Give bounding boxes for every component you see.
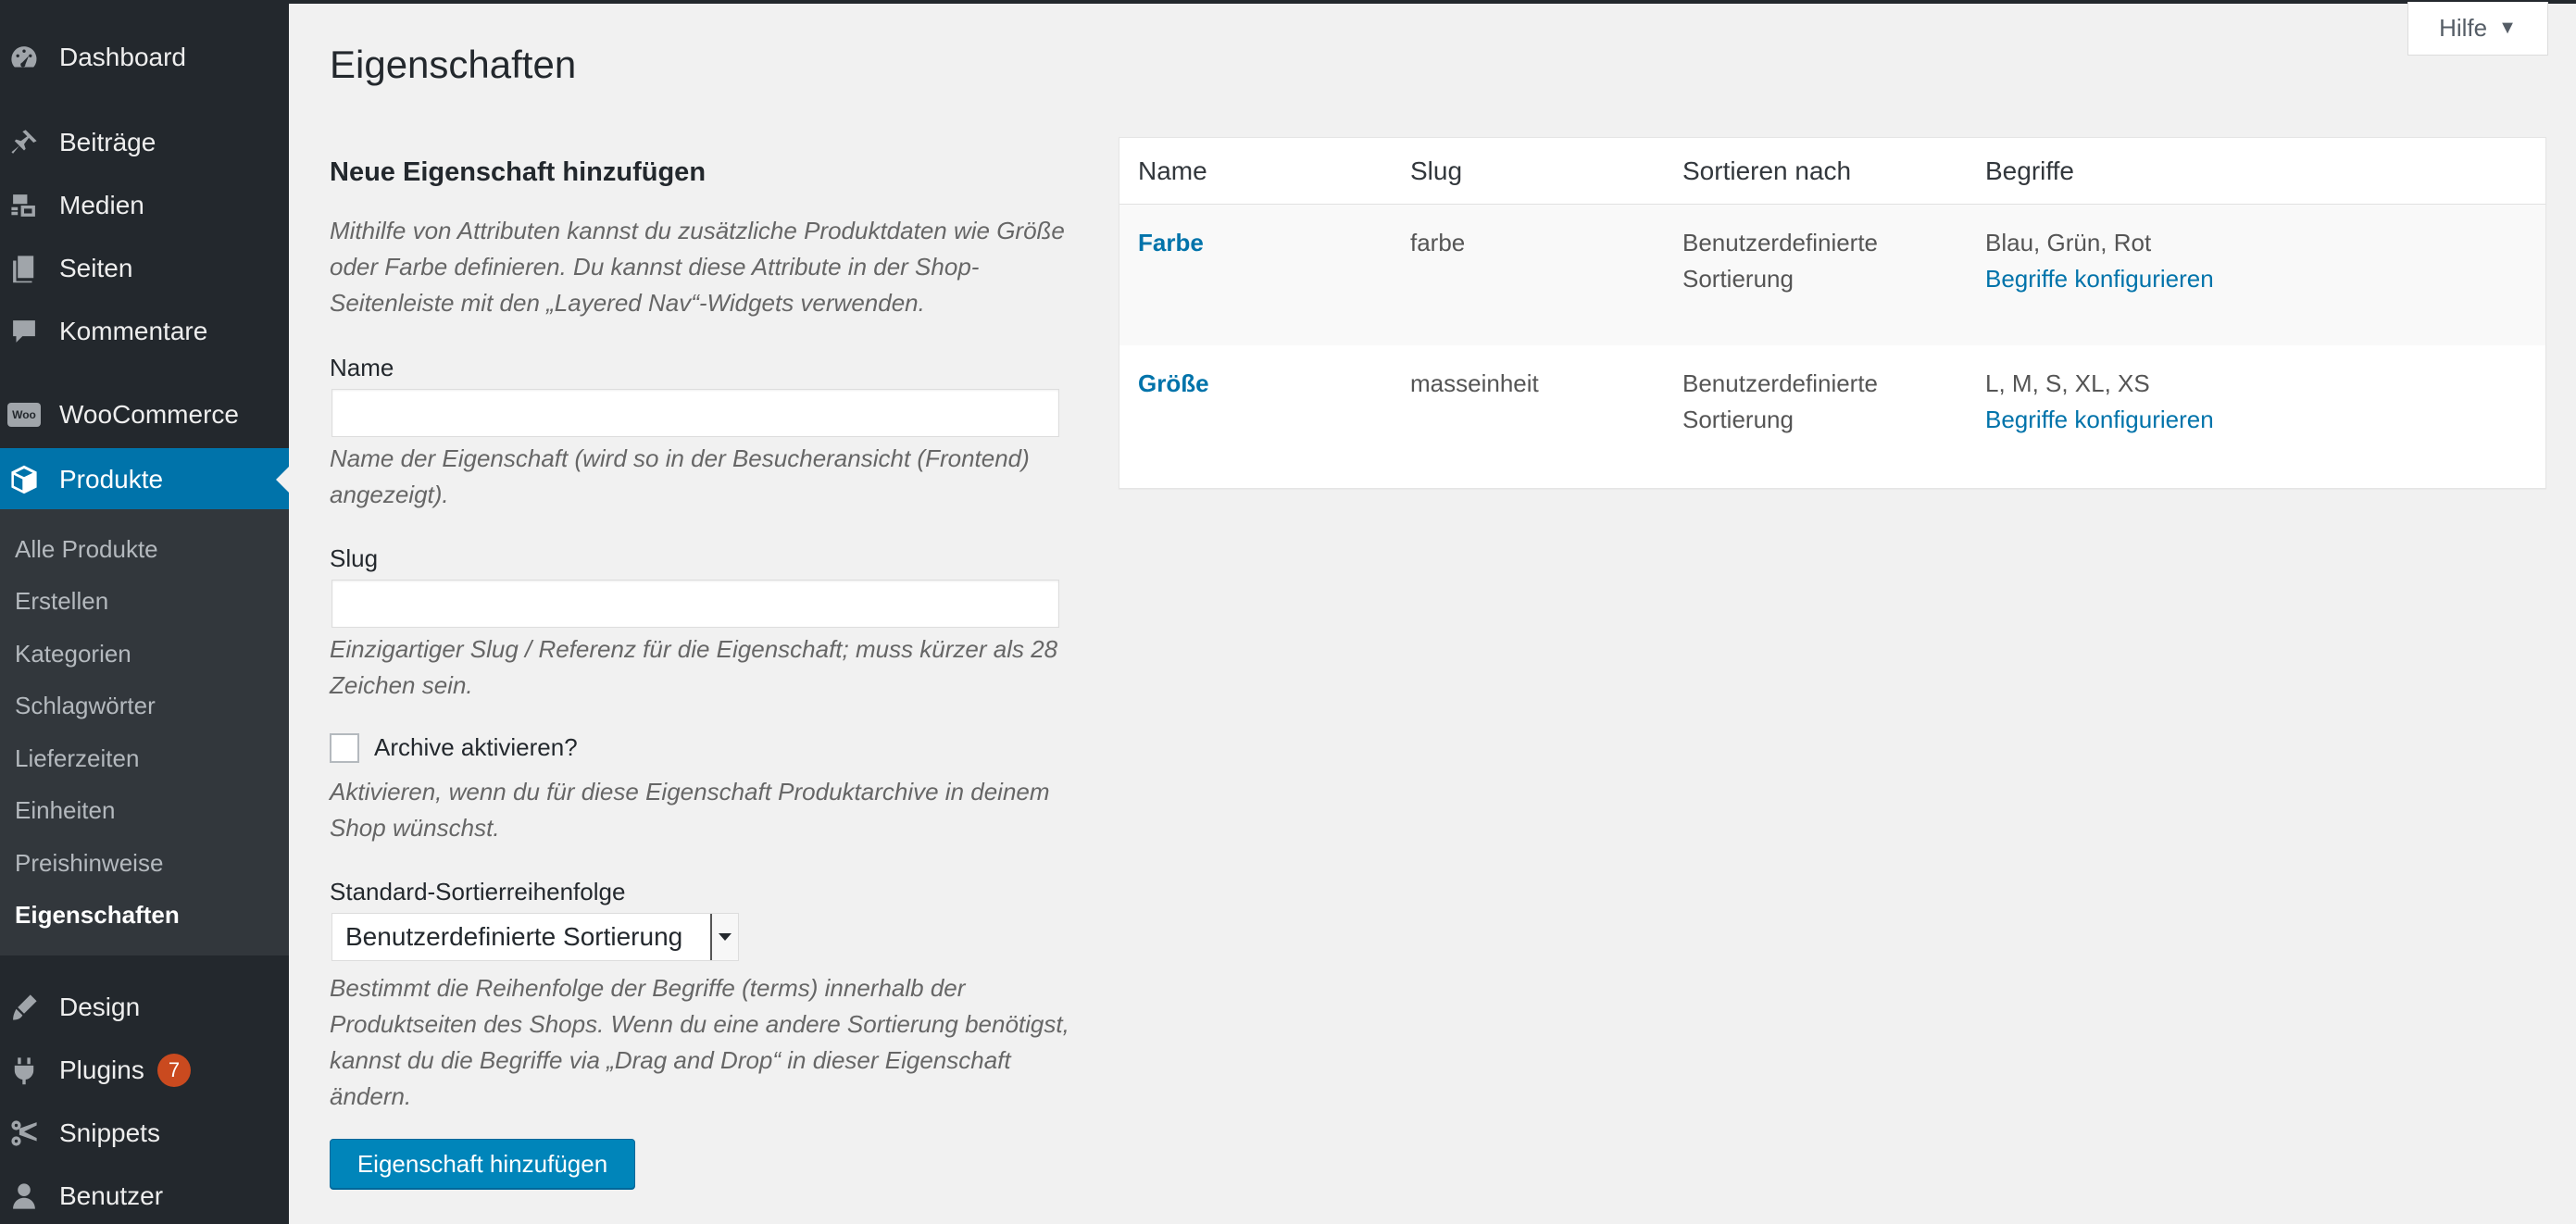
help-tab-button[interactable]: Hilfe ▼ [2407,2,2548,56]
column-header-slug[interactable]: Slug [1410,156,1462,186]
sidebar-item-posts[interactable]: Beiträge [0,111,289,174]
sidebar-item-dashboard[interactable]: Dashboard [0,26,289,89]
pin-icon [7,126,41,159]
submenu-item-price-notes[interactable]: Preishinweise [15,849,163,878]
triangle-down-icon: ▼ [2498,18,2517,38]
plugins-icon [7,1054,41,1087]
sidebar-item-label: WooCommerce [59,400,239,429]
page-title: Eigenschaften [330,43,577,86]
attribute-name-link[interactable]: Farbe [1138,225,1204,261]
sort-order-value: Benutzerdefinierte Sortierung [345,922,683,951]
sidebar-item-pages[interactable]: Seiten [0,237,289,300]
submenu-item-categories[interactable]: Kategorien [15,640,131,668]
slug-description: Einzigartiger Slug / Referenz für die Ei… [330,635,1058,699]
sidebar-item-users[interactable]: Benutzer [0,1165,289,1224]
slug-input[interactable] [331,580,1059,628]
submenu-item-create[interactable]: Erstellen [15,587,108,616]
media-icon [7,189,41,222]
table-header: Name Slug Sortieren nach Begriffe [1119,138,2545,205]
pages-icon [7,252,41,285]
submenu-item-tags[interactable]: Schlagwörter [15,692,156,720]
attribute-sort: Benutzerdefinierte Sortierung [1682,369,1879,433]
sidebar-item-products[interactable]: Produkte [0,448,289,511]
add-attribute-button[interactable]: Eigenschaft hinzufügen [330,1139,635,1189]
attribute-terms: L, M, S, XL, XS [1985,369,2150,397]
submenu-item-delivery-times[interactable]: Lieferzeiten [15,744,139,773]
sidebar-item-label: Dashboard [59,43,186,71]
attribute-terms-cell: L, M, S, XL, XS Begriffe konfigurieren [1985,366,2214,438]
sidebar-item-label: Benutzer [59,1181,164,1210]
comments-icon [7,315,41,348]
table-row: Größe masseinheit Benutzerdefinierte Sor… [1119,345,2545,486]
column-header-sort[interactable]: Sortieren nach [1682,156,1851,186]
name-input[interactable] [331,389,1059,437]
archive-checkbox[interactable] [330,733,359,763]
form-intro: Mithilfe von Attributen kannst du zusätz… [330,217,1065,317]
users-icon [7,1180,41,1213]
archive-description: Aktivieren, wenn du für diese Eigenschaf… [330,778,1050,842]
sort-order-select[interactable]: Benutzerdefinierte Sortierung [331,913,739,961]
configure-terms-link[interactable]: Begriffe konfigurieren [1985,402,2214,438]
woocommerce-icon: Woo [7,398,41,431]
sidebar-item-plugins[interactable]: Plugins 7 [0,1039,289,1102]
sidebar-item-comments[interactable]: Kommentare [0,300,289,363]
help-label: Hilfe [2439,14,2488,42]
column-header-terms[interactable]: Begriffe [1985,156,2074,186]
sidebar-item-design[interactable]: Design [0,976,289,1039]
attribute-terms-cell: Blau, Grün, Rot Begriffe konfigurieren [1985,225,2214,297]
archive-label: Archive aktivieren? [374,733,578,761]
sidebar-item-label: Kommentare [59,317,208,345]
slug-label: Slug [330,544,379,572]
sort-order-description: Bestimmt die Reihenfolge der Begriffe (t… [330,974,1069,1110]
sidebar-item-label: Medien [59,191,144,219]
current-menu-arrow [276,467,289,493]
sidebar-item-label: Plugins [59,1055,144,1084]
woocommerce-logo-text: Woo [7,403,41,427]
name-label: Name [330,354,394,381]
sort-order-label: Standard-Sortierreihenfolge [330,878,626,906]
attribute-slug: farbe [1410,229,1466,256]
attribute-sort: Benutzerdefinierte Sortierung [1682,229,1879,293]
form-heading: Neue Eigenschaft hinzufügen [330,157,707,187]
sidebar-item-media[interactable]: Medien [0,174,289,237]
sidebar-item-woocommerce[interactable]: Woo WooCommerce [0,383,289,446]
sidebar-item-snippets[interactable]: Snippets [0,1102,289,1165]
attributes-table: Name Slug Sortieren nach Begriffe Farbe … [1119,137,2546,489]
products-submenu: Alle Produkte Erstellen Kategorien Schla… [0,509,289,955]
attribute-slug: masseinheit [1410,369,1539,397]
sidebar-item-label: Snippets [59,1118,160,1147]
sidebar-item-label: Design [59,993,141,1021]
dashboard-icon [7,41,41,74]
submenu-item-attributes[interactable]: Eigenschaften [15,901,180,930]
admin-bar-edge [289,0,2576,4]
scissors-icon [7,1117,41,1150]
appearance-icon [7,991,41,1024]
sidebar-item-label: Produkte [59,465,164,493]
admin-sidebar: Dashboard Beiträge Medien Seiten Komment… [0,0,289,1224]
products-icon [7,463,41,496]
chevron-down-icon [710,914,738,960]
configure-terms-link[interactable]: Begriffe konfigurieren [1985,261,2214,297]
submenu-item-units[interactable]: Einheiten [15,796,115,825]
name-description: Name der Eigenschaft (wird so in der Bes… [330,444,1030,508]
plugin-update-badge: 7 [157,1054,191,1087]
sidebar-item-label: Beiträge [59,128,156,156]
attribute-terms: Blau, Grün, Rot [1985,229,2152,256]
attribute-name-link[interactable]: Größe [1138,366,1209,402]
sidebar-item-label: Seiten [59,254,133,282]
submenu-item-all-products[interactable]: Alle Produkte [15,535,158,564]
column-header-name[interactable]: Name [1138,156,1207,186]
table-row: Farbe farbe Benutzerdefinierte Sortierun… [1119,205,2545,345]
